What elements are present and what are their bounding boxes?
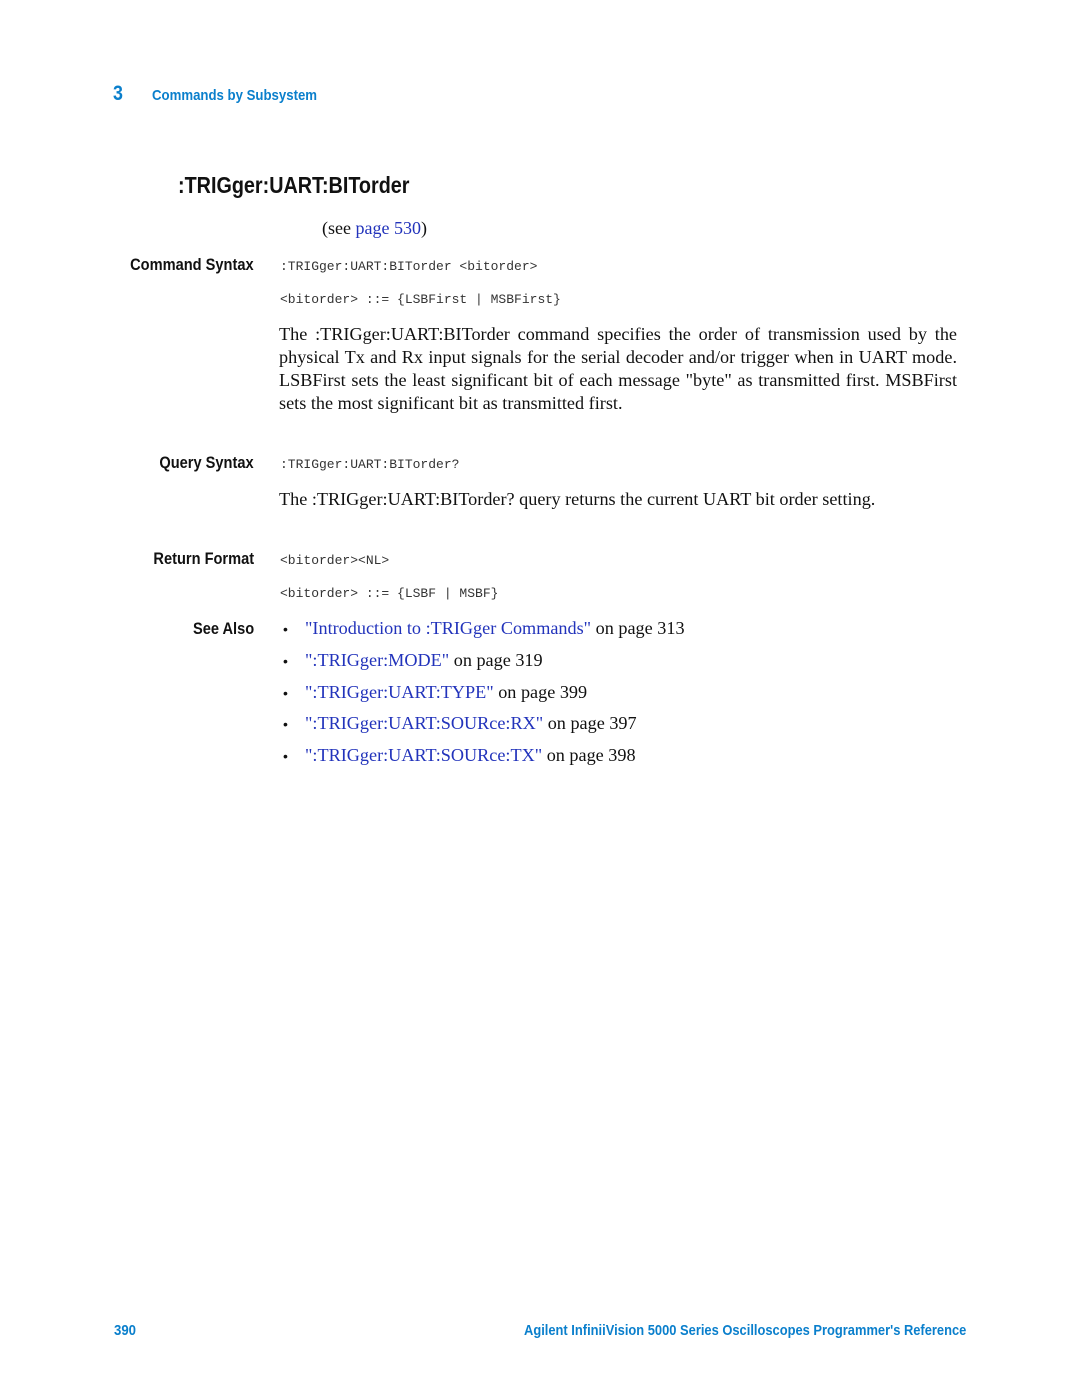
footer-page-number: 390: [114, 1322, 137, 1339]
see-also-page: on page 398: [542, 745, 636, 766]
chapter-title: Commands by Subsystem: [152, 87, 318, 104]
return-format-label: Return Format: [153, 549, 254, 568]
see-also-label: See Also: [192, 619, 254, 638]
query-syntax-line: :TRIGger:UART:BITorder?: [280, 457, 460, 472]
see-suffix: ): [420, 218, 427, 238]
see-also-item: • ":TRIGger:UART:SOURce:RX" on page 397: [283, 713, 685, 745]
bullet-icon: •: [283, 652, 288, 669]
bullet-icon: •: [283, 621, 288, 637]
see-also-page: on page 319: [449, 649, 543, 670]
query-syntax-label: Query Syntax: [159, 453, 254, 472]
footer-book-title: Agilent InfiniiVision 5000 Series Oscill…: [523, 1322, 966, 1339]
see-also-link[interactable]: ":TRIGger:UART:TYPE": [305, 682, 494, 703]
command-syntax-line: :TRIGger:UART:BITorder <bitorder>: [280, 259, 538, 274]
see-page-reference: (see page 530): [322, 218, 427, 239]
see-also-item: • ":TRIGger:UART:SOURce:TX" on page 398: [283, 745, 685, 777]
bullet-icon: •: [283, 684, 288, 701]
see-also-page: on page 397: [543, 713, 637, 734]
bullet-icon: •: [283, 748, 288, 765]
see-prefix: (see: [322, 218, 356, 238]
see-also-link[interactable]: "Introduction to :TRIGger Commands": [305, 618, 591, 639]
see-also-item: • ":TRIGger:UART:TYPE" on page 399: [283, 682, 685, 714]
see-page-link[interactable]: page 530: [355, 218, 420, 238]
see-also-page: on page 313: [591, 618, 685, 638]
see-also-item: • "Introduction to :TRIGger Commands" on…: [283, 618, 685, 650]
command-syntax-label: Command Syntax: [130, 255, 254, 274]
see-also-page: on page 399: [493, 681, 588, 702]
see-also-link[interactable]: ":TRIGger:UART:SOURce:RX": [305, 713, 543, 734]
return-format-line: <bitorder><NL>: [280, 553, 390, 568]
section-title: :TRIGger:UART:BITorder: [178, 172, 410, 198]
return-format-definition: <bitorder> ::= {LSBF | MSBF}: [280, 586, 499, 601]
see-also-link[interactable]: ":TRIGger:MODE": [305, 650, 449, 671]
chapter-number: 3: [113, 82, 123, 105]
query-description: The :TRIGger:UART:BITorder? query return…: [279, 489, 876, 509]
see-also-link[interactable]: ":TRIGger:UART:SOURce:TX": [305, 745, 542, 766]
bullet-icon: •: [283, 716, 288, 733]
command-syntax-definition: <bitorder> ::= {LSBFirst | MSBFirst}: [280, 292, 561, 307]
see-also-item: • ":TRIGger:MODE" on page 319: [283, 650, 685, 682]
see-also-list: • "Introduction to :TRIGger Commands" on…: [283, 618, 685, 777]
chapter-header: 3 Commands by Subsystem: [113, 82, 340, 106]
command-description: The :TRIGger:UART:BITorder command speci…: [279, 324, 957, 413]
